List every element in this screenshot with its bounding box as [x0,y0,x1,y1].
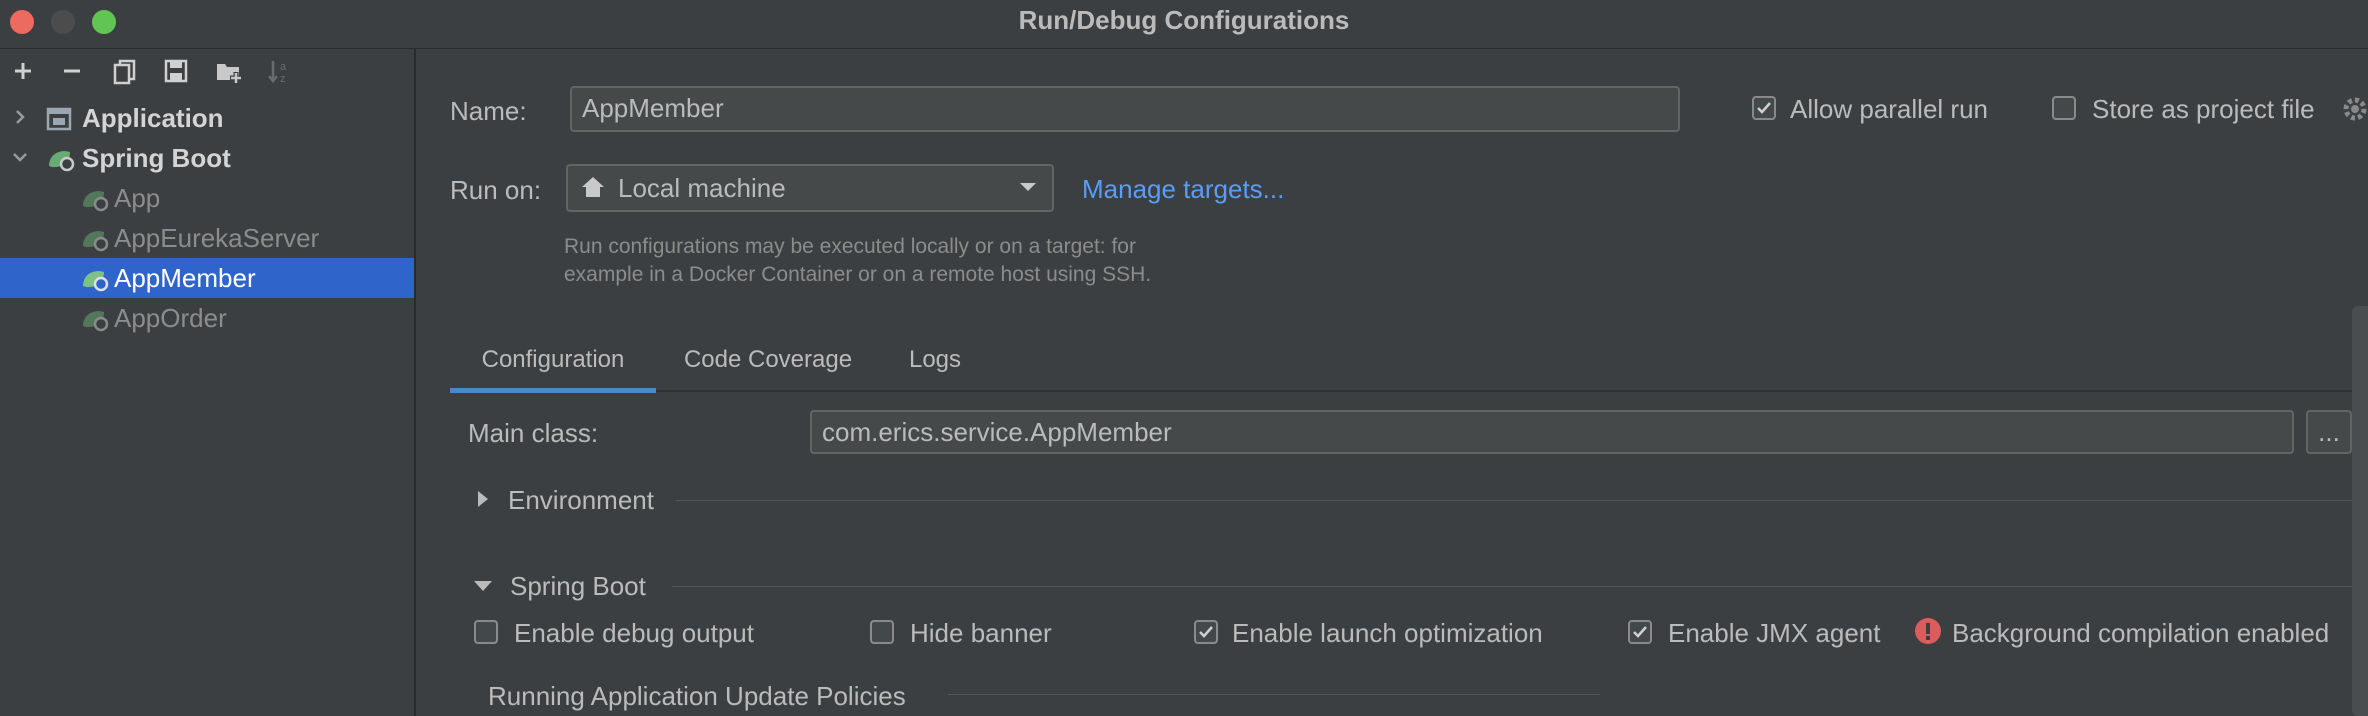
tree-item-label: AppOrder [114,303,227,333]
enable-debug-output-label: Enable debug output [514,618,754,648]
tree-item-app[interactable]: App [0,178,414,218]
manage-targets-link[interactable]: Manage targets... [1082,174,1284,205]
checkmark-icon [1633,626,1647,638]
tree-item-apporder[interactable]: AppOrder [0,298,414,338]
scrollbar[interactable] [2352,306,2368,716]
tab-logs[interactable]: Logs [880,340,990,392]
run-on-label: Run on: [450,175,542,205]
title-bar: Run/Debug Configurations [0,0,2368,49]
home-icon [582,177,604,197]
chevron-down-icon[interactable] [1018,180,1038,194]
gear-icon[interactable] [2342,96,2368,122]
spring-boot-config-icon [83,271,109,292]
enable-launch-optimization-label: Enable launch optimization [1232,618,1543,648]
copy-icon[interactable] [110,56,140,86]
checkmark-icon [1199,626,1213,638]
tab-label: Configuration [481,346,625,373]
tree-item-appmember[interactable]: AppMember [0,258,414,298]
svg-text:z: z [280,73,286,85]
tab-code-coverage[interactable]: Code Coverage [668,340,868,392]
spring-boot-section-title[interactable]: Spring Boot [510,571,646,602]
spring-boot-icon [49,151,75,172]
tree-item-label: AppMember [114,263,256,293]
spring-boot-separator [672,586,2352,587]
main-class-field[interactable]: com.erics.service.AppMember [810,410,2294,454]
tree-item-label: AppEurekaServer [114,223,320,253]
background-compilation-warning: Background compilation enabled [1952,618,2330,648]
update-policies-separator [948,694,1600,695]
tree-item-spring-boot[interactable]: Spring Boot [0,138,414,178]
run-on-hint-line2: example in a Docker Container or on a re… [564,263,1152,286]
application-icon [46,107,72,131]
window-title: Run/Debug Configurations [1018,5,1350,35]
run-on-hint-line1: Run configurations may be executed local… [564,235,1136,258]
hide-banner-checkbox[interactable] [870,620,894,644]
tab-label: Code Coverage [683,346,853,373]
spring-boot-config-icon [83,311,109,332]
tree-item-appeurekaserver[interactable]: AppEurekaServer [0,218,414,258]
enable-jmx-agent-label: Enable JMX agent [1668,618,1881,648]
svg-text:a: a [280,61,287,73]
allow-parallel-run-checkbox[interactable] [1752,96,1776,120]
tree-item-label: App [114,183,161,213]
enable-debug-output-checkbox[interactable] [474,620,498,644]
store-as-project-file-checkbox[interactable] [2052,96,2076,120]
collapse-arrow-icon[interactable] [472,578,494,594]
enable-jmx-agent-checkbox[interactable] [1628,620,1652,644]
main-class-label: Main class: [468,418,599,448]
enable-launch-optimization-checkbox[interactable] [1194,620,1218,644]
tree-item-application[interactable]: Application [0,98,414,138]
environment-section-title[interactable]: Environment [508,485,654,516]
browse-main-class-button[interactable]: ... [2306,410,2352,454]
run-on-dropdown[interactable]: Local machine [566,164,1054,212]
name-label: Name: [450,96,527,126]
run-on-value: Local machine [618,173,786,203]
environment-separator [676,500,2352,501]
spring-boot-config-icon [83,191,109,212]
allow-parallel-run-label: Allow parallel run [1790,94,1988,124]
plus-icon[interactable] [8,56,38,86]
spring-boot-config-icon [83,231,109,252]
sort-icon[interactable]: az [265,56,295,86]
hide-banner-label: Hide banner [910,618,1052,648]
tree-item-label: Application [82,103,224,133]
tab-configuration[interactable]: Configuration [450,340,656,392]
checkmark-icon [1757,102,1771,114]
chevron-right-icon[interactable] [10,107,30,127]
tab-label: Logs [908,346,962,373]
expand-arrow-icon[interactable] [474,488,492,510]
save-icon[interactable] [161,56,191,86]
update-policies-title: Running Application Update Policies [488,681,906,711]
new-folder-icon[interactable] [214,56,244,86]
name-field[interactable]: AppMember [570,86,1680,132]
tree-item-label: Spring Boot [82,143,231,173]
store-as-project-file-label: Store as project file [2092,94,2315,124]
chevron-down-icon[interactable] [10,147,30,167]
warning-icon [1915,618,1941,644]
minus-icon[interactable] [57,56,87,86]
